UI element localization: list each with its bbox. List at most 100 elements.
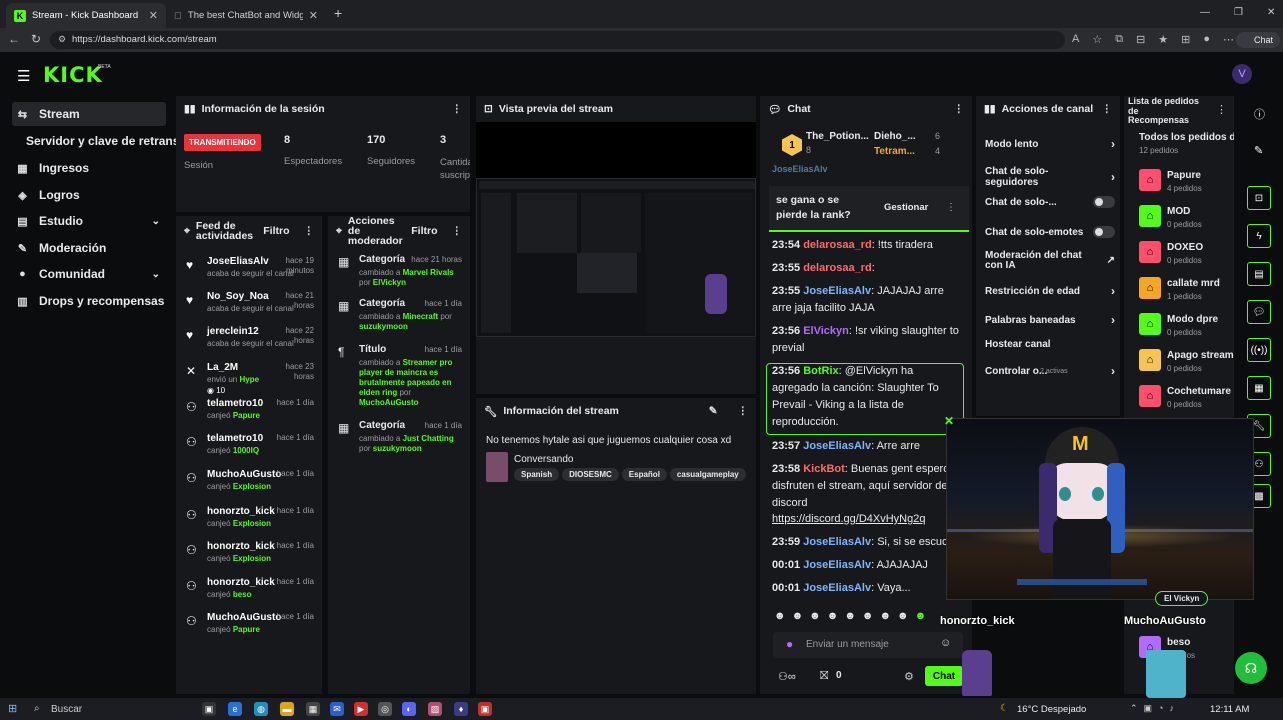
close-tab-icon[interactable]: ✕: [149, 9, 158, 22]
emote-icon[interactable]: ☻: [879, 610, 891, 622]
settings-icon[interactable]: ⚙: [904, 670, 914, 683]
chat-message[interactable]: 23:57 JoseEliasAlv: Arre arre: [772, 438, 962, 455]
more-options-icon[interactable]: ⋮: [452, 103, 463, 115]
app-icon[interactable]: ♦: [454, 702, 468, 716]
info-icon[interactable]: ⓘ: [1254, 106, 1265, 122]
favorite-icon[interactable]: ☆: [1092, 33, 1102, 46]
reward-item[interactable]: ⌂ MOD 0 pedidos: [1139, 205, 1239, 231]
chat-username[interactable]: JoseEliasAlv: [803, 285, 871, 297]
app-icon[interactable]: ▣: [478, 702, 492, 716]
feed-item[interactable]: ⚇ MuchoAuGusto hace 1 día canjeó Explosion: [176, 469, 322, 503]
sidebar-item-income[interactable]: ▦ Ingresos: [12, 156, 166, 180]
mic-icon[interactable]: ●: [786, 637, 793, 651]
browser-tab-active[interactable]: K Stream - Kick Dashboard ✕: [6, 3, 166, 28]
more-options-icon[interactable]: ⋮: [452, 226, 463, 237]
discord-icon[interactable]: ◐: [402, 702, 416, 716]
reward-item[interactable]: ⌂ DOXEO 0 pedidos: [1139, 241, 1239, 267]
emote-icon[interactable]: ☻: [915, 610, 927, 622]
clock[interactable]: 12:11 AM: [1210, 704, 1249, 715]
taskbar-search[interactable]: Buscar: [51, 704, 82, 715]
mod-action-moderator[interactable]: suzukymoon: [359, 322, 408, 331]
category-name[interactable]: Conversando: [514, 454, 573, 465]
sidebar-item-drops[interactable]: ▥ Drops y recompensas: [12, 289, 166, 313]
reward-item[interactable]: ⌂ Apago stream 0 pedidos: [1139, 349, 1239, 375]
feed-item[interactable]: ⚇ telametro10 hace 1 día canjeó Papure: [176, 398, 322, 432]
feed-user[interactable]: No_Soy_Noa: [207, 291, 269, 302]
tag[interactable]: casualgameplay: [669, 468, 746, 481]
more-options-icon[interactable]: ⋮: [738, 405, 749, 417]
stream-preview-video[interactable]: [476, 178, 756, 337]
rail-button-1[interactable]: ⊡: [1247, 186, 1271, 210]
chat-message[interactable]: 23:55 JoseEliasAlv: JAJAJAJ arre arre ja…: [772, 283, 962, 317]
browser-tab[interactable]: ◻ The best ChatBot and Widgets for ✕: [166, 3, 326, 28]
feed-item[interactable]: ⚇ honorzto_kick hace 1 día canjeó Explosion: [176, 541, 322, 575]
app-icon[interactable]: ▦: [306, 702, 320, 716]
windows-start-icon[interactable]: ⊞: [8, 702, 17, 715]
favorites-icon[interactable]: ★: [1158, 33, 1168, 46]
search-icon[interactable]: ⌕: [34, 703, 40, 714]
feed-user[interactable]: honorzto_kick: [207, 577, 275, 588]
all-requests-label[interactable]: Todos los pedidos de: [1139, 132, 1234, 143]
mod-action-item[interactable]: ¶ Título hace 1 día cambiado a Streamer pro…: [328, 344, 468, 407]
sidebar-item-achievements[interactable]: ◈ Logros: [12, 183, 166, 207]
feed-item[interactable]: ⚇ honorzto_kick hace 1 día canjeó beso: [176, 577, 322, 611]
more-options-icon[interactable]: ⋮: [304, 226, 315, 237]
extensions-icon[interactable]: ⧉: [1115, 33, 1123, 46]
reload-icon[interactable]: ↻: [31, 32, 41, 46]
chat-username[interactable]: JoseEliasAlv: [803, 582, 871, 594]
emoji-icon[interactable]: ☺: [940, 637, 951, 649]
sidebar-item-studio[interactable]: ▤ Estudio ⌄: [12, 209, 166, 233]
chat-username[interactable]: JoseEliasAlv: [803, 536, 871, 548]
rail-button-4[interactable]: 💬︎: [1247, 300, 1271, 324]
more-options-icon[interactable]: ⋮: [1102, 103, 1113, 115]
maximize-icon[interactable]: ❐: [1234, 7, 1243, 18]
mod-action-moderator[interactable]: MuchoAuGusto: [359, 398, 419, 407]
gifter-3-name[interactable]: Tetram...: [874, 146, 915, 157]
emote-icon[interactable]: ☻: [774, 610, 786, 622]
read-aloud-icon[interactable]: A: [1072, 33, 1079, 46]
channel-action-item[interactable]: Chat de solo-seguidores ›: [985, 166, 1115, 188]
reward-item[interactable]: ⌂ Cochetumare 0 pedidos: [1139, 385, 1239, 411]
feed-user[interactable]: La_2M: [207, 362, 238, 373]
chat-username[interactable]: KickBot: [803, 463, 845, 475]
feed-item[interactable]: ⚇ telametro10 hace 1 día canjeó 1000IQ: [176, 433, 322, 467]
app-icon[interactable]: ▶: [354, 702, 368, 716]
tag[interactable]: Español: [621, 468, 667, 481]
minimize-icon[interactable]: —: [1200, 7, 1210, 18]
mod-action-item[interactable]: ▦ Categoría hace 1 día cambiado a Just Chat…: [328, 420, 468, 460]
close-window-icon[interactable]: ✕: [1267, 7, 1275, 18]
mod-action-item[interactable]: ▦ Categoría hace 21 horas cambiado a Marvel…: [328, 254, 468, 294]
tray-icons[interactable]: ⌃▣◔♪: [1130, 703, 1180, 714]
tag[interactable]: Spanish: [514, 468, 560, 481]
channel-action-item[interactable]: Chat de solo-emotes: [985, 226, 1115, 238]
tag[interactable]: DIOSESMC: [562, 468, 619, 481]
feed-user[interactable]: honorzto_kick: [207, 541, 275, 552]
emote-icon[interactable]: ☻: [862, 610, 874, 622]
chat-username[interactable]: JoseEliasAlv: [803, 559, 871, 571]
taskview-icon[interactable]: ▣: [202, 702, 216, 716]
reward-item[interactable]: ⌂ Modo dpre 0 pedidos: [1139, 313, 1239, 339]
site-info-icon[interactable]: ⚙: [58, 34, 66, 45]
chat-input[interactable]: Enviar un mensaje: [806, 639, 889, 650]
chat-message[interactable]: https://discord.gg/D4XvHyNg2q: [772, 511, 962, 528]
channel-action-item[interactable]: Palabras baneadas ›: [985, 313, 1115, 327]
emote-icon[interactable]: ☻: [844, 610, 856, 622]
filter-button[interactable]: Filtro: [411, 226, 437, 237]
filter-button[interactable]: Filtro: [263, 226, 289, 237]
channel-action-item[interactable]: Chat de solo-...: [985, 196, 1115, 208]
sidebar-item-moderation[interactable]: ✎ Moderación: [12, 236, 166, 260]
app-icon[interactable]: ◎: [378, 702, 392, 716]
sidebar-item-stream[interactable]: ⇆ Stream: [12, 102, 166, 126]
sidebar-item-server-key[interactable]: Servidor y clave de retransmisi: [22, 129, 176, 153]
edge-icon[interactable]: e: [228, 702, 242, 716]
mod-action-item[interactable]: ▦ Categoría hace 1 día cambiado a Minecraft…: [328, 298, 468, 338]
mod-action-moderator[interactable]: suzukymoon: [373, 444, 422, 453]
chat-message[interactable]: 00:01 JoseEliasAlv: Vaya...: [772, 580, 962, 597]
feed-user[interactable]: MuchoAuGusto: [207, 469, 281, 480]
feed-user[interactable]: jereclein12: [207, 326, 259, 337]
channel-action-item[interactable]: Modo lento ›: [985, 137, 1115, 151]
feed-item[interactable]: ✕ La_2M hace 23 horas envió un Hype ◉ 10: [176, 362, 322, 396]
feed-item[interactable]: ⚇ MuchoAuGusto hace 1 día canjeó Papure: [176, 612, 322, 646]
feed-item[interactable]: ♥ jereclein12 hace 22 horas acaba de seguir…: [176, 326, 322, 360]
emote-icon[interactable]: ☻: [897, 610, 909, 622]
